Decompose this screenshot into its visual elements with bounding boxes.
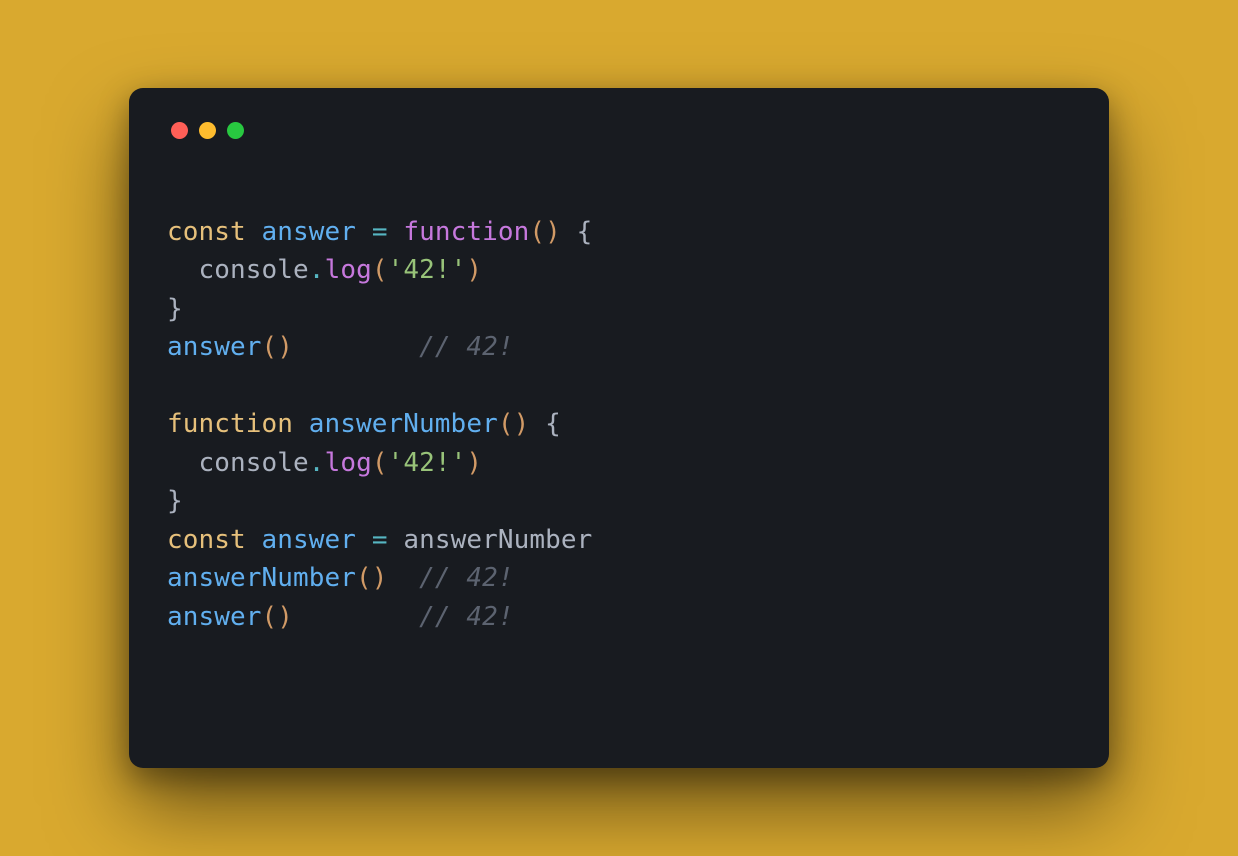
code-token: console bbox=[199, 255, 309, 285]
code-token: = bbox=[372, 217, 388, 247]
code-token bbox=[388, 563, 420, 593]
code-token: answerNumber bbox=[309, 409, 498, 439]
code-line: console.log('42!') bbox=[167, 251, 1071, 289]
code-line: const answer = function() { bbox=[167, 213, 1071, 251]
code-token: () bbox=[356, 563, 388, 593]
code-token: () bbox=[498, 409, 530, 439]
code-token: } bbox=[167, 294, 183, 324]
code-token: answer bbox=[167, 602, 262, 632]
code-token: log bbox=[325, 448, 372, 478]
code-line: } bbox=[167, 290, 1071, 328]
code-token bbox=[167, 255, 199, 285]
code-token bbox=[356, 525, 372, 555]
code-token: = bbox=[372, 525, 388, 555]
code-token bbox=[529, 409, 545, 439]
code-token: ) bbox=[466, 448, 482, 478]
code-token: // 42! bbox=[419, 563, 514, 593]
code-token: log bbox=[325, 255, 372, 285]
minimize-icon[interactable] bbox=[199, 122, 216, 139]
code-token: ) bbox=[466, 255, 482, 285]
code-token: } bbox=[167, 486, 183, 516]
code-token: () bbox=[262, 332, 294, 362]
code-token: '42!' bbox=[388, 448, 467, 478]
code-token: '42!' bbox=[388, 255, 467, 285]
code-window: const answer = function() { console.log(… bbox=[129, 88, 1109, 768]
code-token: const bbox=[167, 217, 262, 247]
code-token bbox=[561, 217, 577, 247]
code-token: { bbox=[577, 217, 593, 247]
code-token: { bbox=[545, 409, 561, 439]
code-token: . bbox=[309, 448, 325, 478]
code-token: () bbox=[262, 602, 294, 632]
code-line: const answer = answerNumber bbox=[167, 521, 1071, 559]
code-line: answer() // 42! bbox=[167, 328, 1071, 366]
code-token bbox=[388, 525, 404, 555]
code-token: answerNumber bbox=[167, 563, 356, 593]
code-token: () bbox=[529, 217, 561, 247]
code-token: answer bbox=[262, 217, 357, 247]
code-token: ( bbox=[372, 448, 388, 478]
code-token: . bbox=[309, 255, 325, 285]
close-icon[interactable] bbox=[171, 122, 188, 139]
code-token: answer bbox=[167, 332, 262, 362]
code-line: } bbox=[167, 482, 1071, 520]
code-token: ( bbox=[372, 255, 388, 285]
code-token: answer bbox=[262, 525, 357, 555]
code-token bbox=[167, 448, 199, 478]
code-token: const bbox=[167, 525, 262, 555]
code-token bbox=[167, 371, 183, 401]
code-line bbox=[167, 367, 1071, 405]
code-token: // 42! bbox=[419, 602, 514, 632]
code-line: answer() // 42! bbox=[167, 598, 1071, 636]
zoom-icon[interactable] bbox=[227, 122, 244, 139]
code-token: function bbox=[167, 409, 309, 439]
code-token: // 42! bbox=[419, 332, 514, 362]
code-token: answerNumber bbox=[403, 525, 592, 555]
code-line: function answerNumber() { bbox=[167, 405, 1071, 443]
code-line: answerNumber() // 42! bbox=[167, 559, 1071, 597]
code-token bbox=[293, 332, 419, 362]
code-token bbox=[388, 217, 404, 247]
window-titlebar bbox=[167, 118, 1071, 139]
code-token: function bbox=[403, 217, 529, 247]
code-token bbox=[356, 217, 372, 247]
code-token bbox=[293, 602, 419, 632]
code-token: console bbox=[199, 448, 309, 478]
code-line: console.log('42!') bbox=[167, 444, 1071, 482]
code-editor[interactable]: const answer = function() { console.log(… bbox=[167, 213, 1071, 636]
